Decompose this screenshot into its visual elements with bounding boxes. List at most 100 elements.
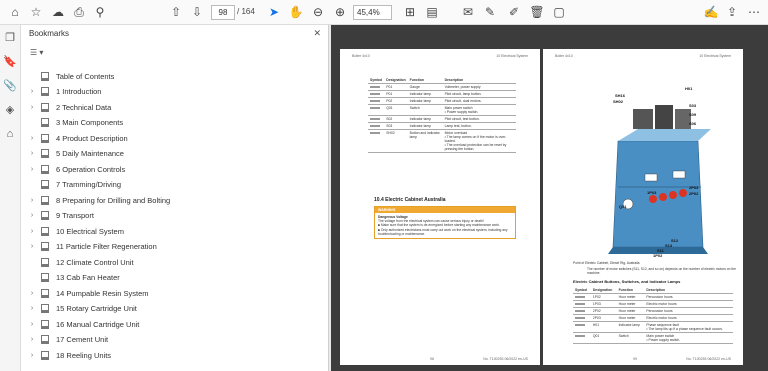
scroll-mode-icon[interactable]: ▤	[423, 3, 441, 21]
chevron-right-icon[interactable]: ›	[27, 305, 37, 312]
bookmark-item[interactable]: 3 Main Components	[27, 116, 123, 130]
symbol-graphic	[370, 125, 380, 127]
bookmark-icon	[41, 149, 49, 158]
bookmark-item[interactable]: › 14 Pumpable Resin System	[27, 286, 149, 300]
symbol-cell	[368, 115, 385, 123]
select-cursor-icon[interactable]: ➤	[265, 3, 283, 21]
chevron-right-icon[interactable]: ›	[27, 243, 37, 250]
bookmark-item[interactable]: › 1 Introduction	[27, 85, 101, 99]
fit-page-icon[interactable]: ⊞	[401, 3, 419, 21]
bookmark-item[interactable]: › 6 Operation Controls	[27, 162, 125, 176]
chevron-right-icon[interactable]: ›	[27, 321, 37, 328]
tags-icon[interactable]: ⌂	[3, 127, 17, 141]
bookmark-item[interactable]: › 17 Cement Unit	[27, 333, 108, 347]
zoom-in-icon[interactable]: ⊕	[331, 3, 349, 21]
bookmark-item[interactable]: › 10 Electrical System	[27, 224, 124, 238]
comment-icon[interactable]: ✉	[459, 3, 477, 21]
bookmark-item[interactable]: › 18 Reeling Units	[27, 348, 111, 362]
chevron-right-icon[interactable]: ›	[27, 290, 37, 297]
upload-cloud-icon[interactable]: ☁	[49, 3, 67, 21]
bookmark-item[interactable]: › 5 Daily Maintenance	[27, 147, 124, 161]
chevron-right-icon[interactable]: ›	[27, 135, 37, 142]
bookmark-label: 2 Technical Data	[56, 102, 112, 112]
bookmark-options-button[interactable]: ☰ ▾	[29, 47, 51, 61]
chevron-right-icon[interactable]: ›	[27, 166, 37, 173]
more-options-icon[interactable]: ⋯	[745, 3, 763, 21]
symbol-cell	[368, 129, 385, 153]
attachments-icon[interactable]: 📎	[3, 79, 17, 93]
chevron-right-icon[interactable]: ›	[27, 150, 37, 157]
description-cell: Motor overload • The lamp comes on if th…	[442, 129, 516, 153]
zoom-out-icon[interactable]: ⊖	[309, 3, 327, 21]
layers-icon[interactable]: ◈	[3, 103, 17, 117]
page-up-icon[interactable]: ⇧	[167, 3, 185, 21]
bookmark-label: 18 Reeling Units	[56, 350, 112, 360]
bookmark-item[interactable]: Table of Contents	[27, 69, 114, 83]
home-icon[interactable]: ⌂	[6, 3, 24, 21]
description-cell: Lamp test, button.	[442, 122, 516, 130]
bookmark-item[interactable]: 13 Cab Fan Heater	[27, 271, 120, 285]
stamp-icon[interactable]: ▢	[550, 3, 568, 21]
bookmark-item[interactable]: › 4 Product Description	[27, 131, 128, 145]
symbol-cell	[368, 104, 385, 116]
bookmarks-icon[interactable]: 🔖	[3, 55, 17, 69]
symbol-graphic	[575, 310, 585, 312]
chevron-right-icon[interactable]: ›	[27, 104, 37, 111]
search-zoom-icon[interactable]: ⚲	[91, 3, 109, 21]
bookmark-item[interactable]: › 2 Technical Data	[27, 100, 111, 114]
section-title: 10.4 Electric Cabinet Australia	[374, 197, 446, 203]
zoom-level-input[interactable]: 45,4%	[353, 5, 392, 20]
draw-icon[interactable]: ✐	[505, 3, 523, 21]
bookmark-icon	[41, 102, 49, 112]
close-icon[interactable]: ✕	[313, 28, 321, 39]
bookmark-item[interactable]: › 9 Transport	[27, 209, 94, 223]
bookmark-icon	[41, 180, 49, 189]
table-row: 2P03 Hour meter Electric motor hours	[573, 314, 733, 322]
warning-line: ■ Make sure that the system is de-energi…	[378, 223, 500, 228]
page-total-label: / 164	[237, 7, 255, 16]
bookmark-label: 16 Manual Cartridge Unit	[56, 319, 140, 329]
symbol-cell	[368, 90, 385, 98]
symbol-cell	[573, 300, 591, 308]
chevron-right-icon[interactable]: ›	[27, 228, 37, 235]
delete-icon[interactable]: 🗑	[528, 3, 546, 21]
chevron-right-icon[interactable]: ›	[27, 197, 37, 204]
print-icon[interactable]: ⎙	[70, 3, 88, 21]
chevron-right-icon[interactable]: ›	[27, 88, 37, 95]
document-number: No. T100253 06/2022 en-US	[483, 357, 528, 361]
symbol-cell	[368, 83, 385, 91]
chevron-right-icon[interactable]: ›	[27, 336, 37, 343]
panel-title: Bookmarks	[29, 29, 70, 38]
symbol-table: Symbol Designation Function Description …	[368, 77, 516, 153]
bookmark-item[interactable]: 7 Tramming/Driving	[27, 178, 121, 192]
bookmark-star-icon[interactable]: ☆	[27, 3, 45, 21]
function-cell: Gauge	[407, 83, 443, 91]
table-row: Q01 Switch Main power switch • Power suppl…	[368, 104, 516, 116]
function-cell: Indicator lamp	[407, 90, 443, 98]
bookmark-item[interactable]: › 8 Preparing for Drilling and Bolting	[27, 193, 170, 207]
document-viewport[interactable]: Bolter 4x10 10 Electrical System Symbol …	[331, 25, 768, 371]
bookmark-icon	[41, 87, 49, 96]
bookmark-item[interactable]: › 11 Particle Filter Regeneration	[27, 240, 157, 254]
chevron-right-icon[interactable]: ›	[27, 212, 37, 219]
sign-icon[interactable]: ✍	[702, 3, 720, 21]
chevron-right-icon[interactable]: ›	[27, 352, 37, 359]
bookmark-icon	[41, 164, 49, 174]
bookmark-icon	[41, 211, 49, 220]
share-icon[interactable]: ⇪	[723, 3, 741, 21]
hand-tool-icon[interactable]: ✋	[287, 3, 305, 21]
bookmark-item[interactable]: › 16 Manual Cartridge Unit	[27, 317, 139, 331]
bookmark-item[interactable]: 12 Climate Control Unit	[27, 255, 134, 269]
bookmark-icon	[41, 118, 49, 127]
pages-thumbnail-icon[interactable]: ❐	[3, 31, 17, 45]
function-cell: Hour meter	[616, 307, 645, 315]
table-row: 2P02 Hour meter Percussion hours	[573, 307, 733, 315]
page-number-input[interactable]: 98	[211, 5, 235, 20]
bookmark-label: 15 Rotary Cartridge Unit	[56, 304, 137, 313]
bookmark-item[interactable]: › 15 Rotary Cartridge Unit	[27, 302, 137, 316]
highlight-pen-icon[interactable]: ✎	[481, 3, 499, 21]
function-cell: Indicator lamp	[407, 122, 443, 130]
symbol-cell	[368, 97, 385, 105]
page-down-icon[interactable]: ⇩	[188, 3, 206, 21]
bookmark-label: 12 Climate Control Unit	[56, 257, 134, 267]
